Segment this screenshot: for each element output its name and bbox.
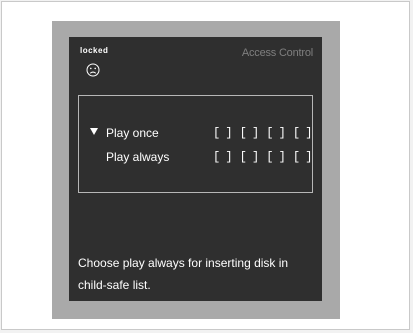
disc-slot[interactable]: [ ] [240, 126, 260, 140]
disc-slot[interactable]: [ ] [213, 126, 233, 140]
disc-slot[interactable]: [ ] [293, 126, 313, 140]
screen-title: Access Control [241, 47, 313, 59]
options-panel: Play once [ ] [ ] [ ] [ ] Play always [ … [78, 95, 313, 193]
option-label: Play always [106, 150, 170, 164]
option-label: Play once [106, 126, 159, 140]
selection-arrow-icon [90, 128, 98, 135]
disc-slot[interactable]: [ ] [293, 150, 313, 164]
sad-face-icon [86, 63, 100, 77]
help-text-line: child-safe list. [78, 278, 151, 292]
disc-slot[interactable]: [ ] [266, 126, 286, 140]
option-play-always[interactable]: Play always [ ] [ ] [ ] [ ] [79, 148, 312, 166]
play-always-slots: [ ] [ ] [ ] [ ] [213, 150, 313, 164]
help-text: Choose play always for inserting disk in… [78, 252, 313, 296]
disc-slot[interactable]: [ ] [266, 150, 286, 164]
option-play-once[interactable]: Play once [ ] [ ] [ ] [ ] [79, 124, 312, 142]
lock-status-label: locked [80, 46, 109, 55]
help-text-line: Choose play always for inserting disk in [78, 256, 289, 270]
play-once-slots: [ ] [ ] [ ] [ ] [213, 126, 313, 140]
disc-slot[interactable]: [ ] [240, 150, 260, 164]
disc-slot[interactable]: [ ] [213, 150, 233, 164]
access-control-screen: locked Access Control Play once [ ] [ ] … [69, 37, 322, 301]
